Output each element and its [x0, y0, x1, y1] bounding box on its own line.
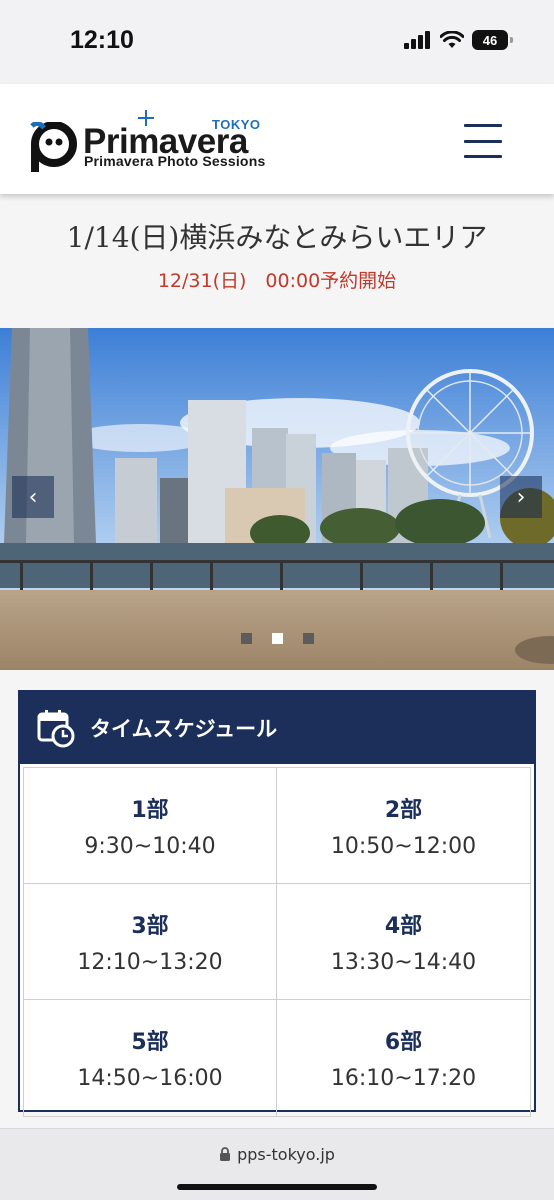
schedule-header: タイムスケジュール — [20, 692, 534, 764]
slot-part: 6部 — [384, 1030, 423, 1055]
schedule-slot: 2部 10:50~12:00 — [277, 768, 530, 884]
time-schedule: タイムスケジュール 1部 9:30~10:40 2部 10:50~12:00 3… — [18, 690, 536, 1117]
slot-time: 14:50~16:00 — [77, 1066, 223, 1091]
slider-next-button[interactable]: › — [500, 476, 542, 518]
slot-part: 4部 — [384, 914, 423, 939]
logo-tokyo: TOKYO — [212, 117, 261, 132]
menu-line — [464, 155, 502, 158]
schedule-slot: 4部 13:30~14:40 — [277, 884, 530, 1000]
slot-part: 3部 — [131, 914, 169, 939]
schedule-grid: 1部 9:30~10:40 2部 10:50~12:00 3部 12:10~13… — [23, 767, 531, 1117]
site-header: Primavera TOKYO Primavera Photo Sessions — [0, 84, 554, 194]
slot-time: 10:50~12:00 — [330, 834, 477, 859]
site-logo[interactable]: Primavera TOKYO Primavera Photo Sessions — [28, 110, 278, 176]
browser-address-bar[interactable]: pps-tokyo.jp — [0, 1128, 554, 1200]
status-time: 12:10 — [70, 26, 134, 54]
slider-dot-active[interactable] — [271, 633, 283, 644]
slot-time: 13:30~14:40 — [330, 950, 477, 975]
logo-mark-icon — [30, 122, 77, 172]
event-title: 1/14(日)横浜みなとみらいエリア — [66, 221, 488, 254]
slot-time: 12:10~13:20 — [77, 950, 223, 975]
schedule-slot: 5部 14:50~16:00 — [24, 1000, 277, 1116]
schedule-slot: 1部 9:30~10:40 — [24, 768, 277, 884]
slot-part: 1部 — [131, 798, 169, 823]
slot-part: 5部 — [131, 1030, 169, 1055]
image-slider[interactable]: ‹ › — [0, 328, 554, 670]
slider-dot[interactable] — [240, 633, 252, 644]
schedule-slot: 3部 12:10~13:20 — [24, 884, 277, 1000]
lock-icon — [220, 1147, 231, 1161]
schedule-slot: 6部 16:10~17:20 — [277, 1000, 530, 1116]
wifi-icon — [440, 31, 464, 48]
menu-line — [464, 139, 502, 143]
booking-start: 12/31(日) 00:00予約開始 — [157, 270, 397, 292]
slot-time: 16:10~17:20 — [330, 1066, 477, 1091]
status-icons: 46 — [404, 30, 513, 50]
status-bar: 12:10 46 — [0, 0, 554, 84]
slide-photo — [0, 328, 554, 670]
url-text: pps-tokyo.jp — [237, 1145, 335, 1164]
logo-subtitle: Primavera Photo Sessions — [84, 153, 266, 169]
calendar-clock-icon — [37, 710, 75, 748]
slider-prev-button[interactable]: ‹ — [12, 476, 54, 518]
slot-time: 9:30~10:40 — [84, 834, 216, 859]
home-indicator[interactable] — [177, 1184, 377, 1190]
menu-line — [464, 124, 502, 127]
slot-part: 2部 — [384, 798, 423, 823]
slider-dots — [0, 633, 554, 644]
signal-icon — [404, 31, 430, 49]
url-display[interactable]: pps-tokyo.jp — [0, 1145, 554, 1164]
battery-icon: 46 — [472, 30, 513, 50]
schedule-title: タイムスケジュール — [90, 717, 278, 741]
menu-hamburger-icon[interactable] — [464, 124, 502, 158]
slider-dot[interactable] — [302, 633, 314, 644]
